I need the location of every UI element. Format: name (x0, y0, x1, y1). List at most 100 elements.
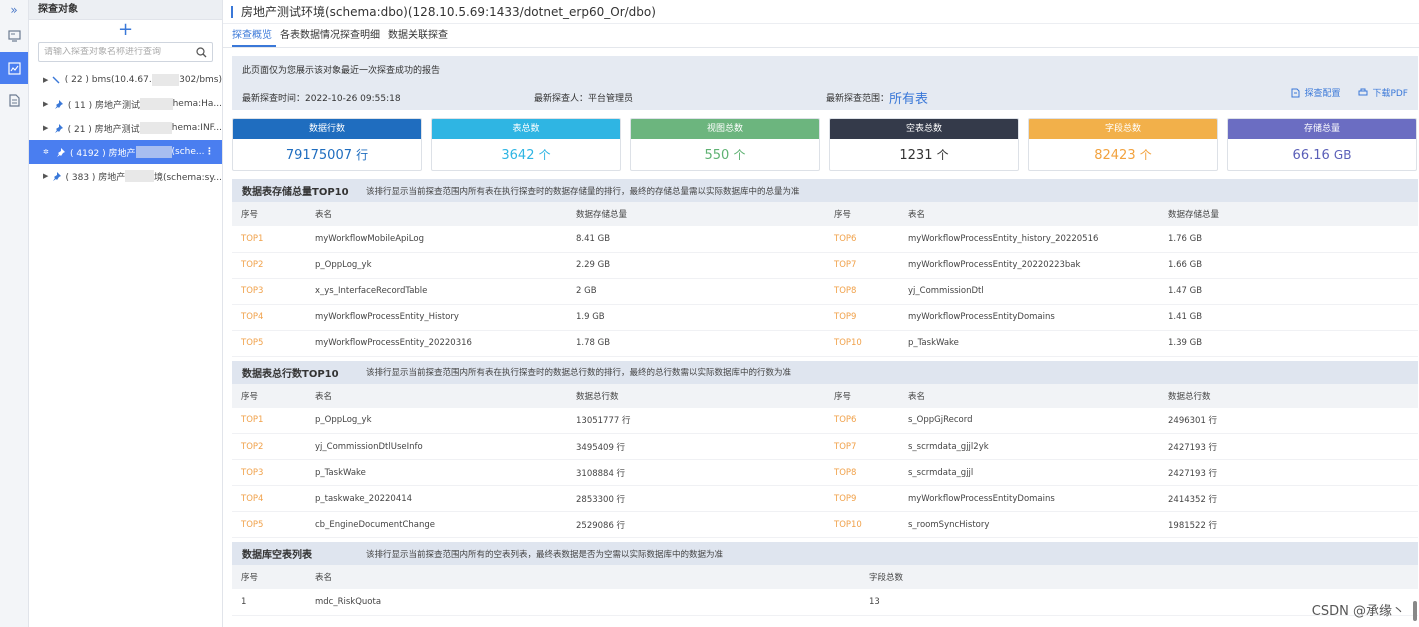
tree-node[interactable]: ▶ ( 22 ) bms(10.4.67. 302/bms) (29, 68, 222, 92)
table-row[interactable]: TOP1 p_OppLog_yk 13051777 行 TOP6 s_OppGjReco… (232, 407, 1418, 434)
download-pdf-button[interactable]: 下载PDF (1358, 86, 1408, 99)
storage-top10-table: 序号 表名 数据存储总量 序号 表名 数据存储总量 TOP1 myWorkflowMobil… (232, 202, 1418, 357)
summary-card-number: 79175007 (285, 148, 352, 163)
rank-cell: TOP8 (825, 278, 899, 305)
table-row[interactable]: TOP5 cb_EngineDocumentChange 2529086 行 TOP1… (232, 511, 1418, 538)
value-cell: 3495409 行 (567, 433, 825, 460)
table-row[interactable]: TOP1 myWorkflowMobileApiLog 8.41 GB TOP6 myW… (232, 226, 1418, 253)
rail-item-document[interactable] (0, 84, 28, 116)
value-cell: 1981522 行 (1159, 511, 1418, 538)
more-options-icon[interactable]: ⋮ (205, 147, 222, 157)
redacted-region (151, 74, 180, 86)
object-search-input[interactable] (44, 47, 196, 57)
tree-node-label-suffix: (sche... (171, 147, 205, 157)
rank-cell: TOP2 (232, 252, 306, 279)
expand-caret-icon[interactable]: ▶ (43, 100, 50, 108)
watermark: CSDN @承缘丶 (1311, 604, 1405, 619)
tree-node-label-suffix: hema:Ha... (172, 99, 222, 109)
tree-node-label-suffix: 302/bms) (179, 75, 222, 85)
rail-item-report[interactable] (0, 52, 28, 84)
rank-cell: TOP3 (232, 278, 306, 305)
rank-cell: TOP7 (825, 433, 899, 460)
summary-card-unit: 个 (538, 148, 551, 162)
column-header: 表名 (306, 202, 567, 226)
loading-gear-icon: ✲ (43, 148, 49, 156)
table-name-cell: myWorkflowProcessEntityDomains (899, 485, 1159, 512)
table-row[interactable]: TOP4 p_taskwake_20220414 2853300 行 TOP9 myWo… (232, 485, 1418, 512)
table-header-row: 序号 表名 数据存储总量 序号 表名 数据存储总量 (232, 202, 1418, 226)
summary-card-label: 数据行数 (233, 119, 421, 139)
tree-node[interactable]: ▶ ( 11 ) 房地产测试 hema:Ha... (29, 92, 222, 116)
section-description: 该排行显示当前探查范围内所有表在执行探查时的数据存储量的排行，最终的存储总量需以… (366, 186, 800, 197)
value-cell: 1.66 GB (1159, 252, 1418, 279)
column-header: 序号 (232, 565, 306, 589)
column-header: 表名 (306, 565, 860, 589)
expand-caret-icon[interactable]: ▶ (43, 172, 49, 180)
summary-card-number: 82423 (1094, 148, 1136, 163)
expand-caret-icon[interactable]: ▶ (43, 124, 50, 132)
monitor-icon (7, 30, 21, 42)
table-header-row: 序号 表名 字段总数 (232, 565, 1418, 589)
summary-card-label: 存储总量 (1228, 119, 1416, 139)
index-cell: 1 (232, 589, 306, 616)
scrollbar-thumb[interactable] (1413, 601, 1417, 621)
tree-node-label: ( 11 ) 房地产测试 (67, 100, 140, 111)
column-header: 序号 (232, 383, 306, 408)
pin-icon (52, 123, 64, 133)
expand-caret-icon[interactable]: ▶ (43, 76, 49, 84)
tree-node-label-suffix: 境(schema:sy... (153, 172, 222, 183)
object-search-box (38, 42, 213, 62)
tab-relation[interactable]: 数据关联探查 (388, 26, 452, 47)
rank-cell: TOP8 (825, 459, 899, 486)
table-row[interactable]: TOP5 myWorkflowProcessEntity_20220316 1.78… (232, 330, 1418, 357)
value-cell: 13051777 行 (567, 407, 825, 434)
tree-node-label-suffix: hema:INF... (171, 123, 222, 133)
explore-config-button[interactable]: 探查配置 (1291, 86, 1340, 99)
table-name-cell: s_scrmdata_gjjl2yk (899, 433, 1159, 460)
table-row[interactable]: TOP3 p_TaskWake 3108884 行 TOP8 s_scrmdata_gj… (232, 459, 1418, 486)
value-cell: 1.41 GB (1159, 304, 1418, 331)
table-row[interactable]: TOP3 x_ys_InterfaceRecordTable 2 GB TOP8 yj_… (232, 278, 1418, 305)
report-info-panel: 此页面仅为您展示该对象最近一次探查成功的报告 最新探查时间：2022-10-26… (232, 56, 1418, 110)
table-name-cell: s_OppGjRecord (899, 407, 1159, 434)
last-explorer: 最新探查人：平台管理员 (534, 94, 634, 104)
column-header: 字段总数 (860, 565, 1418, 589)
table-row[interactable]: TOP4 myWorkflowProcessEntity_History 1.9 G… (232, 304, 1418, 331)
summary-card-unit: 行 (356, 148, 369, 162)
summary-card-value: 550 个 (631, 139, 819, 170)
printer-icon (1358, 88, 1368, 96)
value-cell: 1.39 GB (1159, 330, 1418, 357)
redacted-region (139, 98, 173, 110)
table-name-cell: p_TaskWake (306, 459, 567, 486)
expand-sidebar-icon[interactable]: » (0, 0, 28, 20)
download-pdf-label: 下载PDF (1372, 89, 1408, 99)
table-row[interactable]: TOP2 p_OppLog_yk 2.29 GB TOP7 myWorkflowProc… (232, 252, 1418, 279)
empty-tables-table: 序号 表名 字段总数 1 mdc_RiskQuota 13 (232, 565, 1418, 616)
title-accent-bar (231, 5, 233, 18)
summary-card-value: 79175007 行 (233, 139, 421, 170)
value-cell: 1.9 GB (567, 304, 825, 331)
document-icon (9, 93, 20, 107)
storage-section-header: 数据表存储总量TOP10 该排行显示当前探查范围内所有表在执行探查时的数据存储量… (232, 179, 1418, 202)
rail-item-monitor[interactable] (0, 20, 28, 52)
table-row[interactable]: 1 mdc_RiskQuota 13 (232, 589, 1418, 616)
summary-card-number: 3642 (501, 148, 535, 163)
tab-table-details[interactable]: 各表数据情况探查明细 (280, 26, 384, 47)
table-row[interactable]: TOP2 yj_CommissionDtlUseInfo 3495409 行 TOP7… (232, 433, 1418, 460)
tab-overview[interactable]: 探查概览 (232, 26, 276, 47)
table-name-cell: x_ys_InterfaceRecordTable (306, 278, 567, 305)
last-explore-time: 最新探查时间：2022-10-26 09:55:18 (242, 94, 401, 104)
value-cell: 1.76 GB (1159, 226, 1418, 253)
search-icon[interactable] (196, 46, 207, 58)
tree-node-selected[interactable]: ✲ ( 4192 ) 房地产 (sche... ⋮ (29, 140, 222, 164)
column-header: 数据总行数 (1159, 383, 1418, 408)
table-name-cell: s_scrmdata_gjjl (899, 459, 1159, 486)
summary-card-unit: 个 (1139, 148, 1152, 162)
value-cell: 2.29 GB (567, 252, 825, 279)
tree-node[interactable]: ▶ ( 383 ) 房地产 境(schema:sy... (29, 164, 222, 188)
section-title: 数据表存储总量TOP10 (242, 187, 349, 198)
rank-cell: TOP6 (825, 407, 899, 434)
add-object-button[interactable]: + (29, 20, 222, 40)
table-name-cell: yj_CommissionDtl (899, 278, 1159, 305)
tree-node[interactable]: ▶ ( 21 ) 房地产测试 hema:INF... (29, 116, 222, 140)
